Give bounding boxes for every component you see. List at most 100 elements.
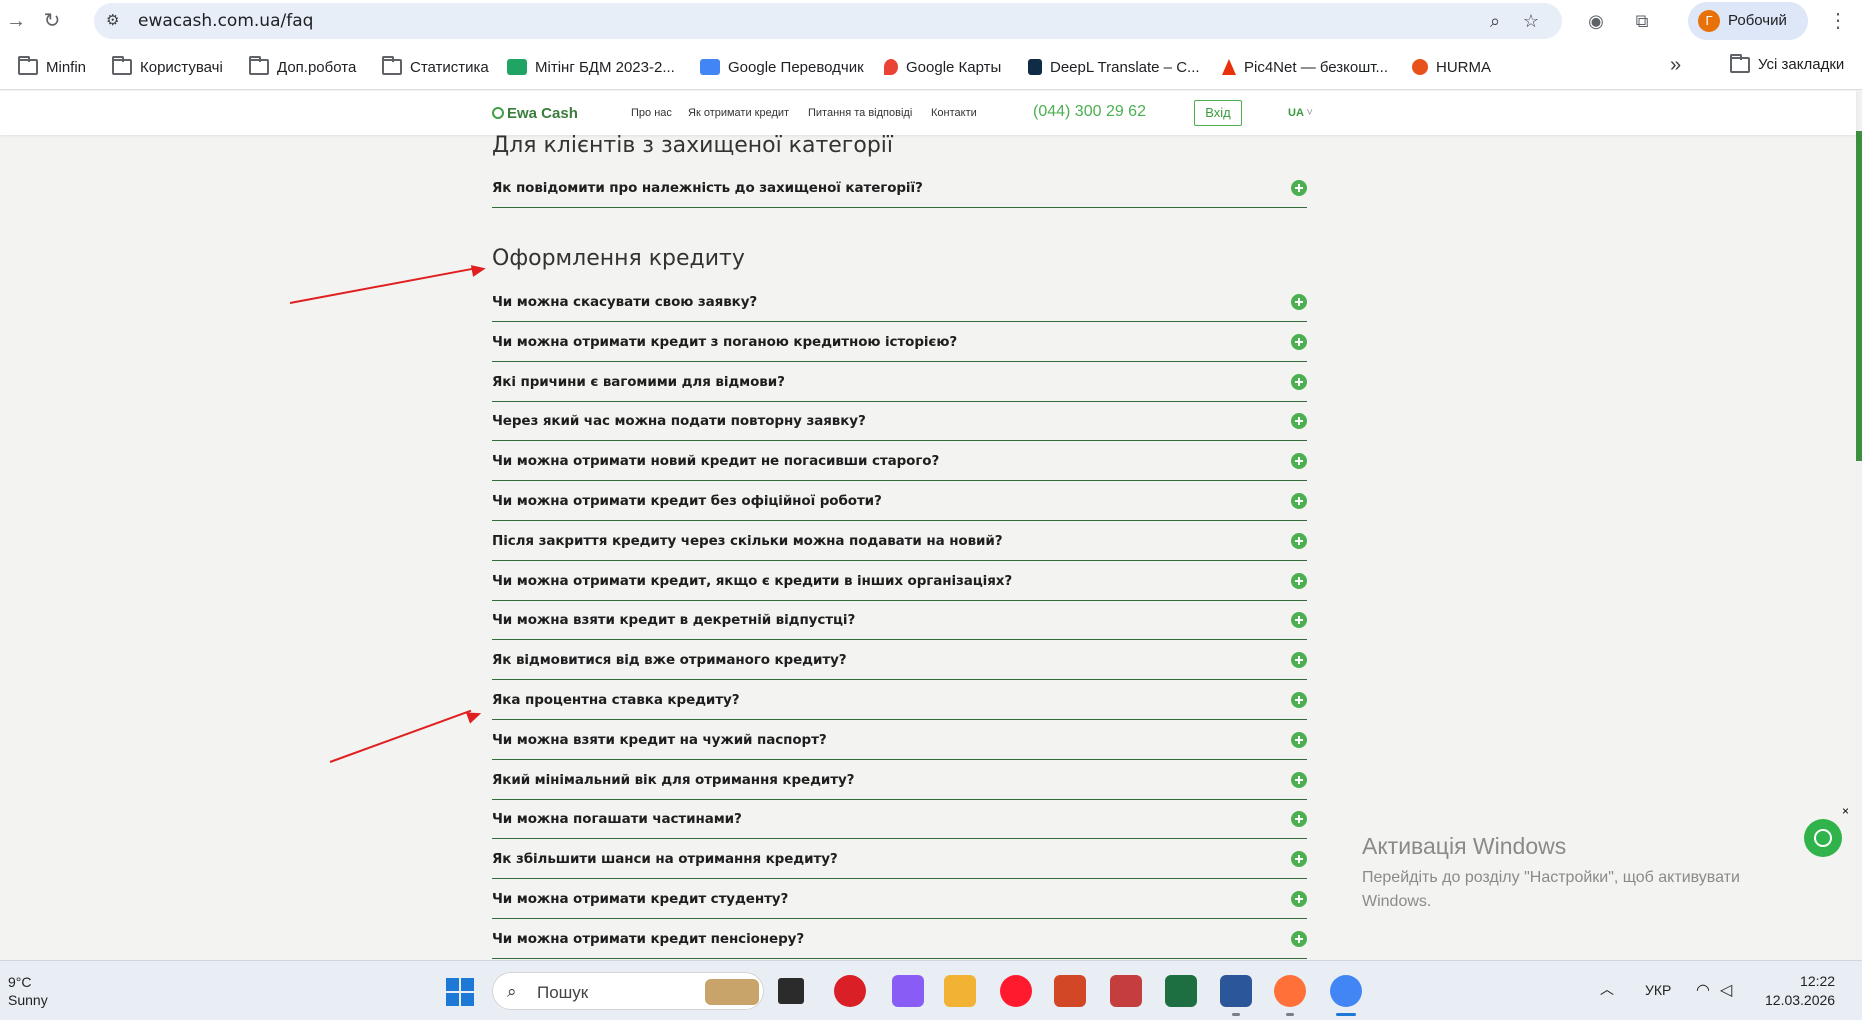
logo-text: Ewa Cash	[507, 105, 578, 122]
extensions-icon[interactable]: ⧉	[1630, 9, 1654, 33]
expand-plus-icon[interactable]	[1291, 180, 1307, 196]
activation-title: Активація Windows	[1362, 833, 1567, 859]
bookmark-pic4net[interactable]: Pic4Net — безкошт...	[1222, 56, 1388, 78]
expand-plus-icon[interactable]	[1291, 811, 1307, 828]
bookmark-deepl[interactable]: DeepL Translate – С...	[1028, 56, 1200, 78]
chrome-icon[interactable]	[1330, 975, 1362, 1007]
opera-icon[interactable]	[1000, 975, 1032, 1007]
expand-plus-icon[interactable]	[1291, 413, 1307, 430]
nav-how-to-get-credit[interactable]: Як отримати кредит	[688, 107, 789, 119]
zoom-icon[interactable]: ⌕	[1484, 10, 1506, 32]
bookmark-extra-work[interactable]: Доп.робота	[249, 56, 356, 78]
excel-icon[interactable]	[1165, 975, 1197, 1007]
faq-item[interactable]: Чи можна взяти кредит в декретній відпус…	[492, 600, 1307, 641]
faq-item[interactable]: Як відмовитися від вже отриманого кредит…	[492, 640, 1307, 681]
language-selector[interactable]: UA ˅	[1288, 107, 1313, 119]
login-button[interactable]: Вхід	[1194, 100, 1242, 126]
address-bar[interactable]: ⚙ ewacash.com.ua/faq ⌕ ☆	[94, 3, 1562, 39]
avatar: Г	[1698, 10, 1720, 32]
folder-icon	[18, 56, 38, 75]
bookmark-label: Статистика	[410, 58, 489, 76]
acrobat-icon[interactable]	[1110, 975, 1142, 1007]
bookmark-star-icon[interactable]: ☆	[1520, 10, 1542, 32]
chevron-up-icon[interactable]: ︿	[1600, 979, 1614, 999]
file-explorer-icon[interactable]	[944, 975, 976, 1007]
faq-item[interactable]: Чи можна отримати новий кредит не погаси…	[492, 441, 1307, 482]
faq-item[interactable]: Які причини є вагомими для відмови?	[492, 362, 1307, 402]
expand-plus-icon[interactable]	[1291, 731, 1307, 748]
creative-cloud-icon[interactable]	[834, 975, 866, 1007]
faq-item[interactable]: Чи можна отримати кредит з поганою креди…	[492, 322, 1307, 362]
expand-plus-icon[interactable]	[1291, 692, 1307, 708]
bookmark-minfin[interactable]: Minfin	[18, 56, 86, 78]
firefox-icon[interactable]	[1274, 975, 1306, 1007]
nav-faq[interactable]: Питання та відповіді	[808, 107, 912, 119]
bookmark-meeting[interactable]: Мітінг БДМ 2023-2...	[507, 56, 675, 78]
powerpoint-icon[interactable]	[1054, 975, 1086, 1007]
phone-number[interactable]: (044) 300 29 62	[1033, 103, 1146, 121]
nav-about[interactable]: Про нас	[631, 107, 672, 119]
windows-start-icon[interactable]	[446, 978, 474, 1006]
expand-plus-icon[interactable]	[1291, 652, 1307, 669]
faq-item[interactable]: Який мінімальний вік для отримання креди…	[492, 760, 1307, 800]
expand-plus-icon[interactable]	[1291, 333, 1307, 350]
expand-plus-icon[interactable]	[1291, 851, 1307, 868]
taskbar-search[interactable]: ⌕ Пошук	[492, 972, 764, 1010]
faq-item[interactable]: Після закриття кредиту через скільки мож…	[492, 521, 1307, 561]
faq-item[interactable]: Яка процентна ставка кредиту?	[492, 680, 1307, 720]
task-view-icon[interactable]	[778, 978, 804, 1004]
volume-icon[interactable]: ◁	[1720, 980, 1732, 1000]
bookmark-users[interactable]: Користувачі	[112, 56, 223, 78]
reload-icon[interactable]: ↻	[40, 9, 64, 33]
windows-activation-watermark: Активація Windows Перейдіть до розділу "…	[1362, 833, 1812, 914]
chat-widget-button[interactable]	[1804, 819, 1842, 857]
more-bookmarks-icon[interactable]: »	[1670, 54, 1681, 77]
all-bookmarks[interactable]: Усі закладки	[1730, 53, 1844, 73]
wifi-icon[interactable]: ◠	[1696, 980, 1710, 1000]
expand-plus-icon[interactable]	[1291, 771, 1307, 788]
annotation-arrow-line	[289, 266, 479, 304]
faq-item[interactable]: Чи можна погашати частинами?	[492, 799, 1307, 840]
site-info-icon[interactable]: ⚙	[106, 11, 126, 31]
expand-plus-icon[interactable]	[1291, 930, 1307, 947]
weather-widget[interactable]: 9°C Sunny	[8, 973, 48, 1009]
faq-question: Чи можна скасувати свою заявку?	[492, 294, 758, 310]
faq-item[interactable]: Чи можна отримати кредит студенту?	[492, 879, 1307, 919]
snipping-tool-icon[interactable]	[892, 975, 924, 1007]
forward-icon[interactable]: →	[4, 9, 28, 33]
system-clock[interactable]: 12:22 12.03.2026	[1765, 972, 1835, 1010]
expand-plus-icon[interactable]	[1291, 493, 1307, 509]
faq-item[interactable]: Через який час можна подати повторну зая…	[492, 401, 1307, 442]
section-title-protected: Для клієнтів з захищеної категорії	[492, 133, 894, 158]
expand-plus-icon[interactable]	[1291, 453, 1307, 470]
profile-button[interactable]: Г Робочий	[1688, 2, 1808, 40]
bookmark-statistics[interactable]: Статистика	[382, 56, 489, 78]
faq-item[interactable]: Чи можна отримати кредит, якщо є кредити…	[492, 561, 1307, 601]
bookmark-hurma[interactable]: HURMA	[1412, 56, 1491, 78]
expand-plus-icon[interactable]	[1291, 532, 1307, 549]
bookmark-google-translate[interactable]: Google Переводчик	[700, 56, 864, 78]
faq-item[interactable]: Чи можна скасувати свою заявку?	[492, 282, 1307, 322]
faq-item[interactable]: Чи можна отримати кредит пенсіонеру?	[492, 919, 1307, 959]
scrollbar-thumb[interactable]	[1856, 131, 1862, 461]
faq-item[interactable]: Чи можна взяти кредит на чужий паспорт?	[492, 720, 1307, 760]
word-icon[interactable]	[1220, 975, 1252, 1007]
input-language[interactable]: УКР	[1645, 982, 1671, 998]
expand-plus-icon[interactable]	[1291, 373, 1307, 390]
camera-icon[interactable]: ◉	[1584, 9, 1608, 33]
chat-close-icon[interactable]: ×	[1842, 804, 1849, 818]
expand-plus-icon[interactable]	[1291, 294, 1307, 310]
search-placeholder: Пошук	[537, 983, 589, 1002]
expand-plus-icon[interactable]	[1291, 612, 1307, 629]
faq-item[interactable]: Як повідомити про належність до захищено…	[492, 168, 1307, 208]
site-logo[interactable]: Ewa Cash	[492, 105, 578, 122]
menu-icon[interactable]: ⋮	[1828, 9, 1848, 33]
faq-question: Чи можна отримати кредит студенту?	[492, 891, 789, 907]
url-text[interactable]: ewacash.com.ua/faq	[138, 11, 313, 31]
bookmark-google-maps[interactable]: Google Карты	[884, 56, 1001, 78]
expand-plus-icon[interactable]	[1291, 572, 1307, 589]
faq-item[interactable]: Як збільшити шанси на отримання кредиту?	[492, 839, 1307, 880]
nav-contacts[interactable]: Контакти	[931, 107, 977, 119]
faq-item[interactable]: Чи можна отримати кредит без офіційної р…	[492, 481, 1307, 521]
expand-plus-icon[interactable]	[1291, 891, 1307, 907]
